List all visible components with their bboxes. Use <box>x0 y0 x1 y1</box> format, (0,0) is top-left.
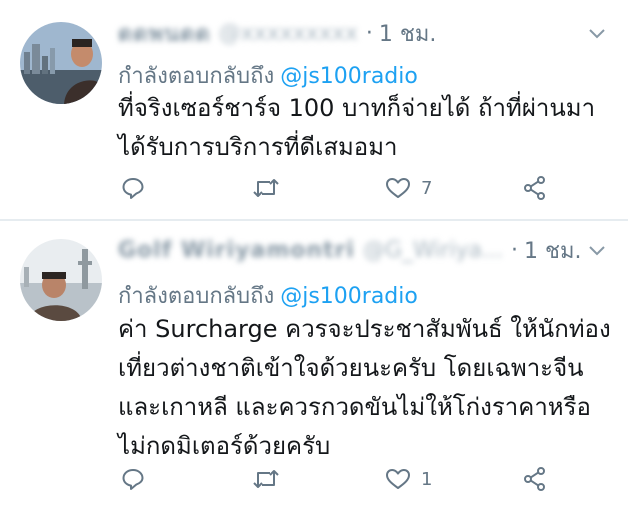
timestamp[interactable]: 1 ชม. <box>379 16 436 51</box>
reply-button[interactable] <box>121 170 145 206</box>
retweet-button[interactable] <box>252 461 280 497</box>
user-handle[interactable]: @G_Wiriya... <box>363 238 503 263</box>
tweet-text-line: และเกาหลี และควรกวดขันไม่ให้โก่งราคาหรือ <box>118 393 591 421</box>
replying-to: กำลังตอบกลับถึง @js100radio <box>118 58 418 93</box>
tweet-header: Golf Wiriyamontri @G_Wiriya... · 1 ชม. <box>118 234 581 266</box>
avatar[interactable] <box>20 22 102 104</box>
tweet-text-line: ได้รับการบริการที่ดีเสมอมา <box>118 133 398 161</box>
reply-icon <box>121 467 145 491</box>
action-bar: 1 <box>0 461 628 497</box>
tweet-1[interactable]: ดดพนดด @xxxxxxxxx · 1 ชม. กำลังตอบกลับถึ… <box>0 0 628 220</box>
share-icon <box>522 175 548 201</box>
replying-to: กำลังตอบกลับถึง @js100radio <box>118 278 418 313</box>
chevron-down-icon[interactable] <box>586 239 608 261</box>
tweet-text: ค่า Surcharge ควรจะประชาสัมพันธ์ ให้นักท… <box>118 310 618 466</box>
user-handle[interactable]: @xxxxxxxxx <box>219 21 358 46</box>
tweet-header: ดดพนดด @xxxxxxxxx · 1 ชม. <box>118 17 436 49</box>
like-count: 7 <box>421 177 433 199</box>
like-button[interactable]: 1 <box>385 461 432 497</box>
avatar[interactable] <box>20 239 102 321</box>
timestamp[interactable]: 1 ชม. <box>524 233 581 268</box>
retweet-icon <box>252 467 280 491</box>
display-name[interactable]: Golf Wiriyamontri <box>118 238 355 263</box>
replying-prefix: กำลังตอบกลับถึง <box>118 64 275 89</box>
like-count: 1 <box>421 468 433 490</box>
mention-link[interactable]: @js100radio <box>280 64 418 89</box>
action-bar: 7 <box>0 170 628 206</box>
tweet-text-line: ค่า Surcharge ควรจะประชาสัมพันธ์ ให้นักท… <box>118 315 611 343</box>
share-button[interactable] <box>522 461 548 497</box>
retweet-icon <box>252 176 280 200</box>
tweet-2[interactable]: Golf Wiriyamontri @G_Wiriya... · 1 ชม. ก… <box>0 221 628 512</box>
share-button[interactable] <box>522 170 548 206</box>
replying-prefix: กำลังตอบกลับถึง <box>118 284 275 309</box>
tweet-text-line: เที่ยวต่างชาติเข้าใจด้วยนะครับ โดยเฉพาะจ… <box>118 354 584 382</box>
share-icon <box>522 466 548 492</box>
display-name[interactable]: ดดพนดด <box>118 16 211 51</box>
heart-icon <box>385 176 411 200</box>
reply-button[interactable] <box>121 461 145 497</box>
chevron-down-icon[interactable] <box>586 22 608 44</box>
tweet-text-line: ที่จริงเซอร์ชาร์จ 100 บาทก็จ่ายได้ ถ้าที… <box>118 94 596 122</box>
retweet-button[interactable] <box>252 170 280 206</box>
separator: · <box>511 237 519 263</box>
reply-icon <box>121 176 145 200</box>
like-button[interactable]: 7 <box>385 170 432 206</box>
mention-link[interactable]: @js100radio <box>280 284 418 309</box>
tweet-text: ที่จริงเซอร์ชาร์จ 100 บาทก็จ่ายได้ ถ้าที… <box>118 89 618 167</box>
separator: · <box>365 20 373 46</box>
heart-icon <box>385 467 411 491</box>
